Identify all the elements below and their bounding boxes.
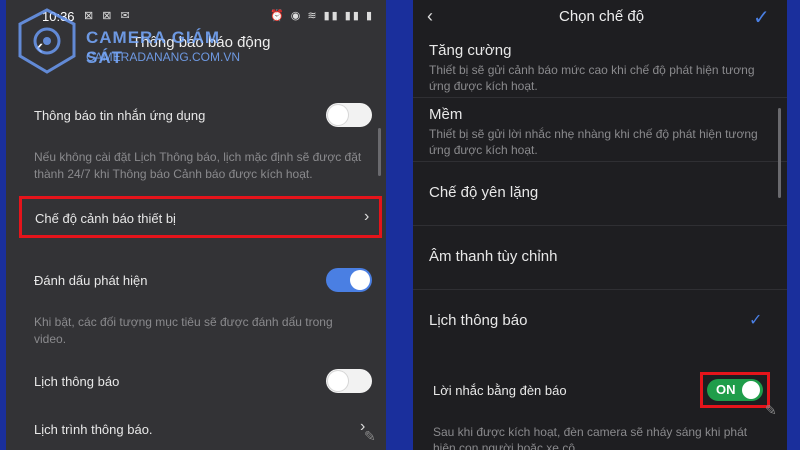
page-title: Thông báo báo động	[132, 34, 271, 51]
mode-title: Mềm	[429, 106, 463, 123]
page-title: Chọn chế độ	[559, 8, 645, 25]
divider	[413, 289, 787, 290]
scrollbar[interactable]	[778, 108, 781, 198]
chevron-right-icon: ›	[364, 208, 370, 225]
scrollbar[interactable]	[378, 128, 381, 176]
mode-title: Tăng cường	[429, 42, 512, 59]
app-message-notification-toggle[interactable]	[326, 103, 372, 127]
mode-description: Thiết bị sẽ gửi lời nhắc nhẹ nhàng khi c…	[429, 127, 758, 157]
notification-timetable-label: Lịch trình thông báo.	[34, 422, 153, 437]
notification-icons: ⊠ ⊠ ✉	[84, 10, 133, 22]
back-arrow-icon[interactable]: ‹	[427, 6, 433, 27]
back-arrow-icon[interactable]: ‹	[36, 34, 43, 60]
edit-pencil-icon: ✎	[765, 402, 777, 418]
divider	[413, 97, 787, 98]
toggle-knob	[328, 105, 348, 125]
system-status-icons: ⏰ ◉ ≋ ▮▮ ▮▮ ▮	[269, 10, 374, 22]
mode-description: Thiết bị sẽ gửi cảnh báo mức cao khi chế…	[429, 63, 755, 93]
device-alert-mode-label: Chế độ cảnh báo thiết bị	[35, 211, 176, 226]
left-phone-screen: 10:36 ⊠ ⊠ ✉ ⏰ ◉ ≋ ▮▮ ▮▮ ▮ ‹ Thông báo bá…	[6, 0, 386, 450]
status-bar: 10:36 ⊠ ⊠ ✉ ⏰ ◉ ≋ ▮▮ ▮▮ ▮	[6, 0, 386, 32]
notification-schedule-toggle[interactable]	[326, 369, 372, 393]
confirm-check-icon[interactable]: ✓	[753, 5, 770, 30]
detection-marking-label: Đánh dấu phát hiện	[34, 273, 148, 288]
selected-check-icon: ✓	[749, 312, 763, 329]
toggle-knob	[328, 371, 348, 391]
toggle-knob	[350, 270, 370, 290]
light-reminder-toggle[interactable]: ON	[707, 379, 763, 401]
toggle-knob	[742, 381, 760, 399]
status-time: 10:36	[42, 9, 75, 24]
light-reminder-description: Sau khi được kích hoạt, đèn camera sẽ nh…	[433, 425, 748, 450]
device-alert-mode-row[interactable]: Chế độ cảnh báo thiết bị ›	[19, 196, 382, 238]
app-message-notification-label: Thông báo tin nhắn ứng dụng	[34, 108, 206, 123]
edit-pencil-icon: ✎	[364, 428, 376, 444]
notification-schedule-label: Lịch thông báo	[34, 374, 120, 389]
right-phone-screen: ‹ Chọn chế độ ✓ Tăng cường Thiết bị sẽ g…	[413, 0, 787, 450]
default-schedule-description: Nếu không cài đặt Lịch Thông báo, lịch m…	[34, 150, 362, 181]
watermark-text-url: CAMERADANANG.COM.VN	[86, 50, 241, 64]
detection-marking-description: Khi bật, các đối tượng mục tiêu sẽ được …	[34, 315, 333, 346]
detection-marking-toggle[interactable]	[326, 268, 372, 292]
divider	[413, 161, 787, 162]
mode-title: Chế độ yên lặng	[429, 184, 539, 201]
divider	[413, 225, 787, 226]
light-reminder-label: Lời nhắc bằng đèn báo	[433, 383, 567, 398]
mode-title: Lịch thông báo	[429, 312, 528, 329]
toggle-on-text: ON	[716, 382, 736, 397]
mode-title: Âm thanh tùy chỉnh	[429, 248, 558, 265]
